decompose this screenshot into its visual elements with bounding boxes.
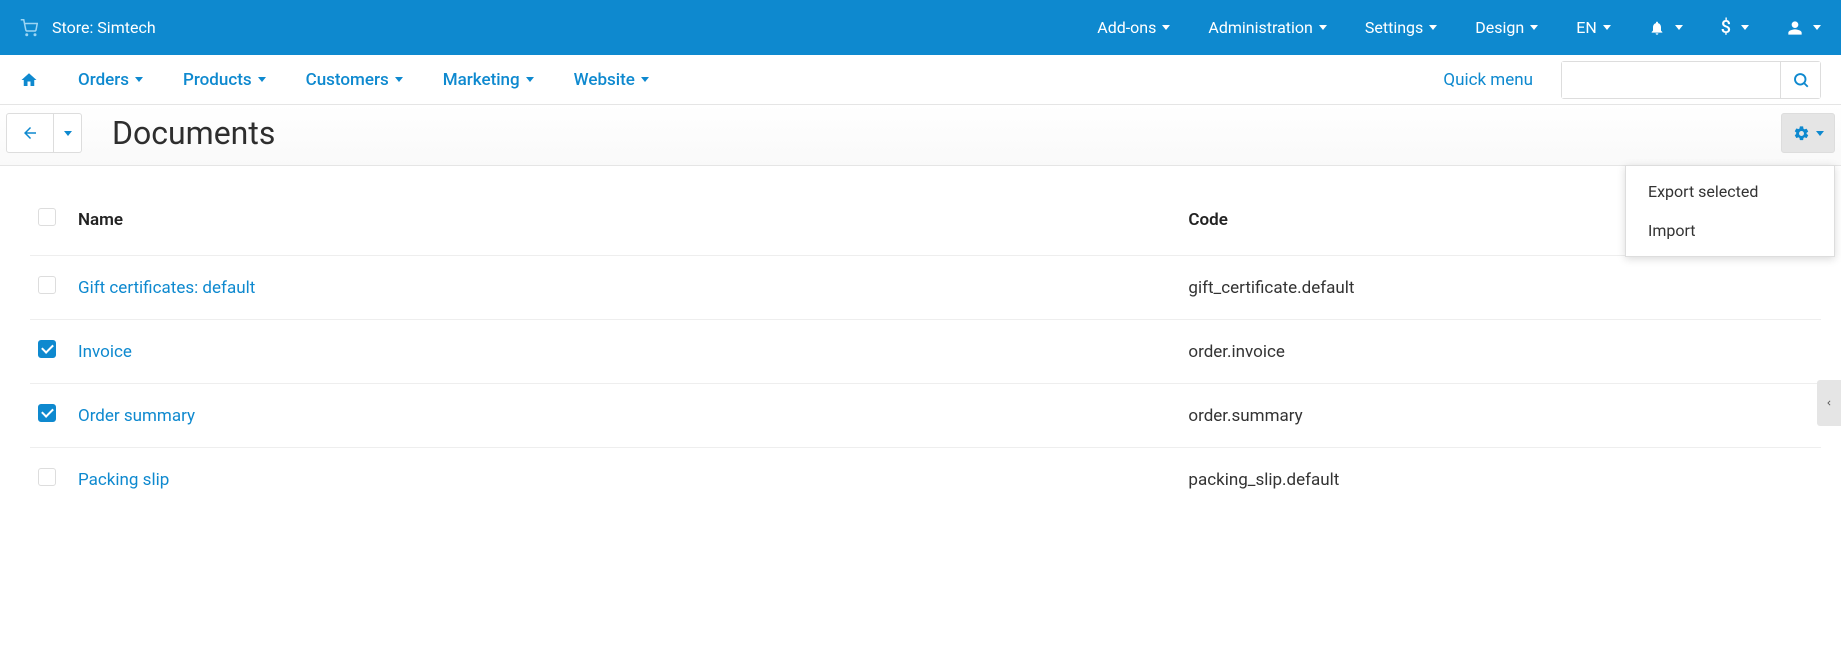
nav-home[interactable] bbox=[20, 71, 38, 89]
bell-icon bbox=[1649, 20, 1665, 36]
select-all-checkbox[interactable] bbox=[38, 208, 56, 226]
nav-marketing[interactable]: Marketing bbox=[443, 70, 534, 90]
caret-down-icon bbox=[1741, 25, 1749, 30]
nav-settings[interactable]: Settings bbox=[1365, 18, 1437, 37]
caret-down-icon bbox=[1319, 25, 1327, 30]
nav-customers-label: Customers bbox=[306, 70, 389, 90]
nav-currency-label: $ bbox=[1721, 17, 1731, 38]
caret-down-icon bbox=[258, 77, 266, 82]
menu-import[interactable]: Import bbox=[1626, 211, 1834, 250]
nav-design-label: Design bbox=[1475, 18, 1524, 37]
caret-down-icon bbox=[1813, 25, 1821, 30]
search-icon bbox=[1792, 71, 1810, 89]
back-button[interactable] bbox=[6, 113, 54, 153]
nav-language-label: EN bbox=[1576, 18, 1597, 37]
table-row: Gift certificates: default gift_certifica… bbox=[30, 256, 1821, 320]
quick-menu[interactable]: Quick menu bbox=[1443, 70, 1533, 90]
nav-currency[interactable]: $ bbox=[1721, 17, 1749, 38]
nav-addons[interactable]: Add-ons bbox=[1097, 18, 1170, 37]
nav-marketing-label: Marketing bbox=[443, 70, 520, 90]
caret-down-icon bbox=[1675, 25, 1683, 30]
search-box bbox=[1561, 61, 1821, 99]
documents-table: Name Code Gift certificates: defaultgift… bbox=[30, 196, 1821, 511]
nav-settings-label: Settings bbox=[1365, 18, 1423, 37]
row-checkbox[interactable] bbox=[38, 404, 56, 422]
menu-export-selected[interactable]: Export selected bbox=[1626, 172, 1834, 211]
arrow-left-icon bbox=[21, 124, 39, 142]
caret-down-icon bbox=[64, 131, 72, 136]
nav-orders[interactable]: Orders bbox=[78, 70, 143, 90]
caret-down-icon bbox=[1530, 25, 1538, 30]
search-button[interactable] bbox=[1780, 62, 1820, 98]
caret-down-icon bbox=[1162, 25, 1170, 30]
nav-language[interactable]: EN bbox=[1576, 18, 1611, 37]
table-row: Invoice order.invoice bbox=[30, 320, 1821, 384]
table-row: Order summary order.summary bbox=[30, 384, 1821, 448]
nav-website-label: Website bbox=[574, 70, 635, 90]
document-name-link[interactable]: Packing slip bbox=[78, 470, 169, 490]
caret-down-icon bbox=[395, 77, 403, 82]
nav-website[interactable]: Website bbox=[574, 70, 649, 90]
search-input[interactable] bbox=[1562, 62, 1780, 98]
gear-icon bbox=[1793, 125, 1810, 142]
chevron-left-icon bbox=[1824, 396, 1834, 410]
document-name-link[interactable]: Invoice bbox=[78, 342, 132, 362]
top-bar: Store: Simtech Add-ons Administration Se… bbox=[0, 0, 1841, 55]
back-dropdown-button[interactable] bbox=[54, 113, 82, 153]
document-code: gift_certificate.default bbox=[1188, 278, 1354, 298]
caret-down-icon bbox=[641, 77, 649, 82]
page-title: Documents bbox=[112, 114, 275, 152]
user-icon bbox=[1787, 20, 1803, 36]
nav-user[interactable] bbox=[1787, 20, 1821, 36]
nav-customers[interactable]: Customers bbox=[306, 70, 403, 90]
gear-dropdown-menu: Export selected Import bbox=[1625, 165, 1835, 257]
gear-button[interactable] bbox=[1781, 113, 1835, 153]
row-checkbox[interactable] bbox=[38, 340, 56, 358]
nav-administration[interactable]: Administration bbox=[1208, 18, 1327, 37]
nav-products-label: Products bbox=[183, 70, 252, 90]
content-area: Name Code Gift certificates: defaultgift… bbox=[0, 166, 1841, 511]
caret-down-icon bbox=[526, 77, 534, 82]
nav-administration-label: Administration bbox=[1208, 18, 1313, 37]
caret-down-icon bbox=[135, 77, 143, 82]
row-checkbox[interactable] bbox=[38, 276, 56, 294]
document-code: order.invoice bbox=[1188, 342, 1285, 362]
nav-notifications[interactable] bbox=[1649, 20, 1683, 36]
page-header: Documents Export selected Import bbox=[0, 105, 1841, 166]
table-header-name: Name bbox=[70, 196, 1180, 256]
nav-orders-label: Orders bbox=[78, 70, 129, 90]
nav-products[interactable]: Products bbox=[183, 70, 266, 90]
document-code: order.summary bbox=[1188, 406, 1302, 426]
document-name-link[interactable]: Order summary bbox=[78, 406, 195, 426]
document-code: packing_slip.default bbox=[1188, 470, 1339, 490]
side-panel-toggle[interactable] bbox=[1817, 380, 1841, 426]
store-selector[interactable]: Store: Simtech bbox=[52, 18, 156, 37]
caret-down-icon bbox=[1603, 25, 1611, 30]
nav-design[interactable]: Design bbox=[1475, 18, 1538, 37]
document-name-link[interactable]: Gift certificates: default bbox=[78, 278, 255, 298]
caret-down-icon bbox=[1816, 131, 1824, 136]
table-row: Packing slip packing_slip.default bbox=[30, 448, 1821, 512]
main-nav: Orders Products Customers Marketing Webs… bbox=[0, 55, 1841, 105]
cart-icon bbox=[20, 19, 38, 37]
row-checkbox[interactable] bbox=[38, 468, 56, 486]
home-icon bbox=[20, 71, 38, 89]
caret-down-icon bbox=[1429, 25, 1437, 30]
nav-addons-label: Add-ons bbox=[1097, 18, 1156, 37]
